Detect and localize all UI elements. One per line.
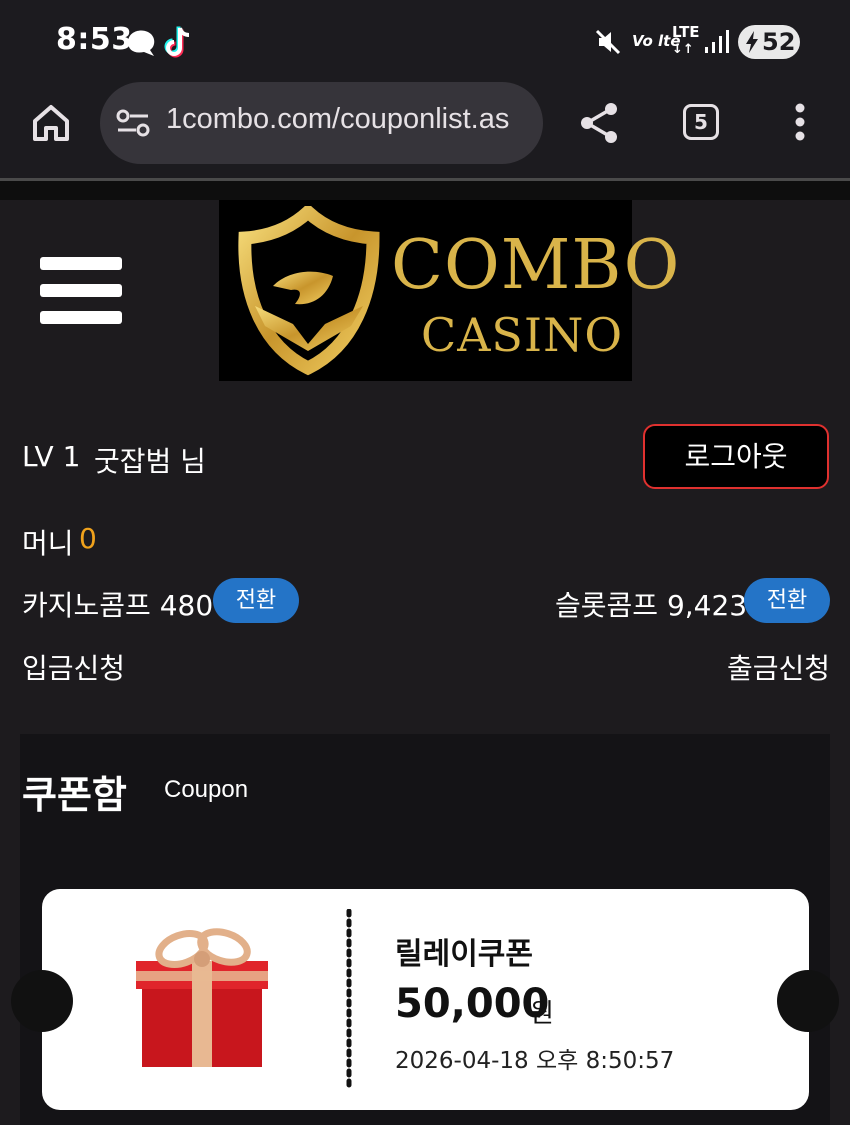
gift-box-icon bbox=[136, 928, 268, 1067]
battery-level: 52 bbox=[762, 28, 796, 56]
signal-icon bbox=[705, 30, 729, 53]
thread-icon bbox=[128, 30, 155, 56]
shield-logo-icon bbox=[238, 206, 380, 376]
tiktok-icon bbox=[164, 26, 190, 58]
casino-comp-convert-button[interactable]: 전환 bbox=[213, 578, 299, 623]
logo-line1: COMBO bbox=[391, 226, 681, 305]
status-bar: 8:53 Vo lte LTE ↓↑ 52 bbox=[0, 0, 850, 82]
user-name: 굿잡범 님 bbox=[94, 445, 206, 478]
lte-icon: LTE ↓↑ bbox=[672, 23, 700, 57]
withdraw-request-link[interactable]: 출금신청 bbox=[727, 647, 830, 687]
coupon-amount: 50,000 bbox=[395, 981, 550, 1027]
address-bar[interactable]: 1combo.com/couponlist.as bbox=[100, 82, 543, 164]
coupon-section-subtitle: Coupon bbox=[164, 776, 249, 803]
coupon-unit: 원 bbox=[530, 999, 554, 1029]
coupon-card[interactable]: 릴레이쿠폰 50,000 원 2026-04-18 오후 8:50:57 bbox=[42, 889, 809, 1110]
mute-icon bbox=[595, 29, 621, 55]
share-icon[interactable] bbox=[578, 101, 620, 145]
more-vert-icon[interactable] bbox=[793, 102, 807, 142]
coupon-perforation bbox=[346, 909, 352, 1091]
casino-comp-label: 카지노콤프 480 bbox=[22, 589, 214, 622]
logo-line2: CASINO bbox=[421, 308, 624, 362]
coupon-section-title: 쿠폰함 bbox=[22, 773, 127, 817]
money-label: 머니 bbox=[22, 527, 74, 560]
slot-comp-label: 슬롯콤프 9,423 bbox=[555, 589, 748, 622]
coupon-date: 2026-04-18 오후 8:50:57 bbox=[395, 1048, 675, 1074]
url-text[interactable]: 1combo.com/couponlist.as bbox=[166, 103, 509, 136]
money-value: 0 bbox=[79, 522, 97, 555]
coupon-notch-right bbox=[777, 970, 839, 1032]
hamburger-menu-button[interactable] bbox=[40, 257, 122, 325]
page-top-strip bbox=[0, 181, 850, 200]
coupon-notch-left bbox=[11, 970, 73, 1032]
battery-charging-icon bbox=[746, 31, 758, 53]
browser-toolbar: 1combo.com/couponlist.as 5 bbox=[0, 82, 850, 178]
site-settings-icon[interactable] bbox=[116, 109, 150, 137]
user-level: LV 1 bbox=[22, 440, 81, 473]
slot-comp-convert-button[interactable]: 전환 bbox=[744, 578, 830, 623]
site-logo[interactable]: COMBO CASINO bbox=[219, 200, 679, 381]
lte-label: LTE bbox=[672, 23, 700, 41]
coupon-name: 릴레이쿠폰 bbox=[395, 937, 533, 972]
battery-indicator: 52 bbox=[738, 25, 800, 59]
deposit-request-link[interactable]: 입금신청 bbox=[22, 647, 125, 687]
tab-count: 5 bbox=[694, 110, 708, 134]
home-icon[interactable] bbox=[30, 102, 72, 144]
logout-button[interactable]: 로그아웃 bbox=[643, 424, 829, 489]
tabs-button[interactable]: 5 bbox=[683, 104, 719, 140]
status-time: 8:53 bbox=[56, 22, 133, 57]
